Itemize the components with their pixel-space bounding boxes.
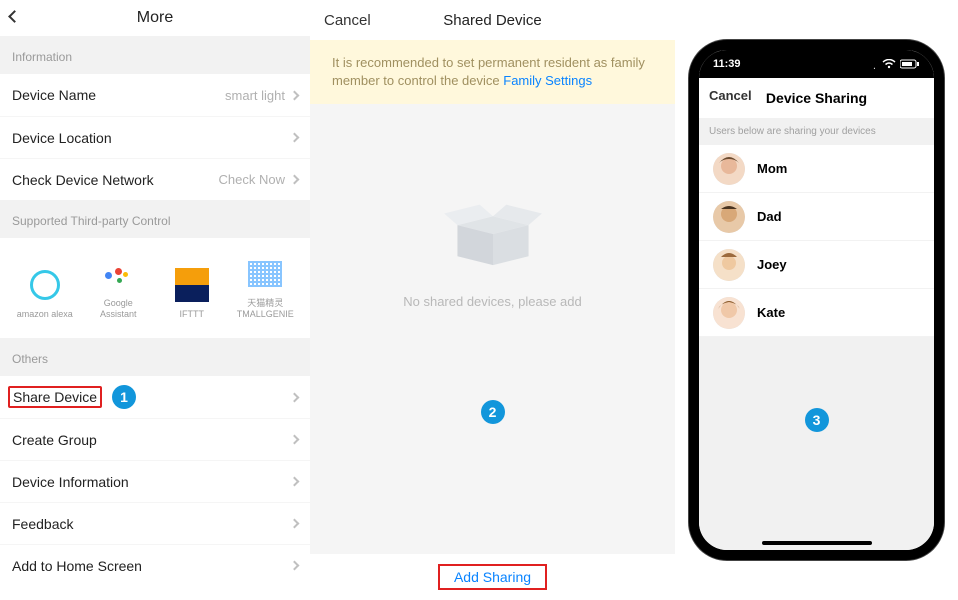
row-feedback[interactable]: Feedback xyxy=(0,502,310,544)
list-item[interactable]: Dad xyxy=(699,193,934,241)
alexa-icon xyxy=(27,267,63,303)
row-create-group[interactable]: Create Group xyxy=(0,418,310,460)
panel1-title: More xyxy=(137,9,173,27)
chevron-right-icon xyxy=(290,435,300,445)
row-label: Device Information xyxy=(12,474,129,490)
row-label: Device Location xyxy=(12,130,112,146)
panel2-header: Cancel Shared Device xyxy=(310,0,675,40)
empty-box-icon xyxy=(438,194,548,274)
panel-device-sharing: 11:39 Cancel Device Sharing Users below … xyxy=(675,0,958,600)
avatar xyxy=(713,201,745,233)
chevron-right-icon xyxy=(290,561,300,571)
avatar xyxy=(713,249,745,281)
banner-text: It is recommended to set permanent resid… xyxy=(332,55,645,88)
user-name: Mom xyxy=(757,161,787,176)
row-label: Create Group xyxy=(12,432,97,448)
list-item[interactable]: Mom xyxy=(699,145,934,193)
row-label: Feedback xyxy=(12,516,73,532)
phone-notch xyxy=(757,50,877,74)
step-badge-1: 1 xyxy=(112,385,136,409)
integration-label: 天猫精灵 TMALLGENIE xyxy=(237,298,294,320)
list-item[interactable]: Kate xyxy=(699,289,934,337)
status-time: 11:39 xyxy=(713,58,741,70)
integration-google[interactable]: Google Assistant xyxy=(86,256,150,320)
chevron-right-icon xyxy=(290,133,300,143)
row-device-location[interactable]: Device Location xyxy=(0,116,310,158)
step-badge-3: 3 xyxy=(805,408,829,432)
integration-label: amazon alexa xyxy=(17,309,73,320)
panel3-header: Cancel Device Sharing xyxy=(699,78,934,118)
recommendation-banner: It is recommended to set permanent resid… xyxy=(310,40,675,104)
add-sharing-button[interactable]: Add Sharing xyxy=(438,564,547,590)
panel1-header: More xyxy=(0,0,310,36)
avatar xyxy=(713,297,745,329)
row-value: smart light xyxy=(225,88,285,103)
family-settings-link[interactable]: Family Settings xyxy=(503,73,592,88)
integration-ifttt[interactable]: IFTTT xyxy=(160,267,224,320)
user-name: Dad xyxy=(757,209,782,224)
row-label: Check Device Network xyxy=(12,172,154,188)
user-list: Mom Dad Joey Kate xyxy=(699,145,934,337)
integration-label: Google Assistant xyxy=(86,298,150,320)
add-sharing-bar: Add Sharing xyxy=(310,554,675,600)
row-device-name[interactable]: Device Name smart light xyxy=(0,74,310,116)
back-button[interactable] xyxy=(10,8,28,26)
section-others-label: Others xyxy=(0,338,310,376)
chevron-right-icon xyxy=(290,175,300,185)
tmall-icon xyxy=(247,256,283,292)
integration-alexa[interactable]: amazon alexa xyxy=(13,267,77,320)
integration-label: IFTTT xyxy=(180,309,205,320)
row-share-device[interactable]: Share Device 1 xyxy=(0,376,310,418)
row-label: Device Name xyxy=(12,87,96,103)
chevron-left-icon xyxy=(8,10,21,23)
integration-tmall[interactable]: 天猫精灵 TMALLGENIE xyxy=(233,256,297,320)
section-information-label: Information xyxy=(0,36,310,74)
battery-icon xyxy=(900,59,920,69)
panel-shared-device: Cancel Shared Device It is recommended t… xyxy=(310,0,675,600)
wifi-icon xyxy=(882,59,896,69)
step-badge-2: 2 xyxy=(481,400,505,424)
empty-text: No shared devices, please add xyxy=(403,294,582,309)
row-label: Add to Home Screen xyxy=(12,558,142,574)
row-check-network[interactable]: Check Device Network Check Now xyxy=(0,158,310,200)
panel-more: More Information Device Name smart light… xyxy=(0,0,310,600)
phone-frame: 11:39 Cancel Device Sharing Users below … xyxy=(689,40,944,560)
ifttt-icon xyxy=(174,267,210,303)
user-name: Joey xyxy=(757,257,787,272)
home-indicator xyxy=(762,541,872,545)
panel3-title: Device Sharing xyxy=(766,90,867,106)
chevron-right-icon xyxy=(290,477,300,487)
list-item[interactable]: Joey xyxy=(699,241,934,289)
integrations-row: amazon alexa Google Assistant IFTTT xyxy=(0,238,310,338)
row-add-home-screen[interactable]: Add to Home Screen xyxy=(0,544,310,586)
user-name: Kate xyxy=(757,305,785,320)
cancel-button[interactable]: Cancel xyxy=(324,12,371,29)
row-label: Share Device xyxy=(8,386,102,408)
row-device-information[interactable]: Device Information xyxy=(0,460,310,502)
empty-state: No shared devices, please add xyxy=(310,194,675,309)
google-assistant-icon xyxy=(100,256,136,292)
chevron-right-icon xyxy=(290,90,300,100)
phone-body: Users below are sharing your devices Mom… xyxy=(699,118,934,550)
chevron-right-icon xyxy=(290,519,300,529)
chevron-right-icon xyxy=(290,392,300,402)
sharing-subhead: Users below are sharing your devices xyxy=(699,118,934,145)
cancel-button[interactable]: Cancel xyxy=(709,88,752,103)
avatar xyxy=(713,153,745,185)
row-value: Check Now xyxy=(219,172,285,187)
panel2-title: Shared Device xyxy=(443,12,541,29)
section-thirdparty-label: Supported Third-party Control xyxy=(0,200,310,238)
